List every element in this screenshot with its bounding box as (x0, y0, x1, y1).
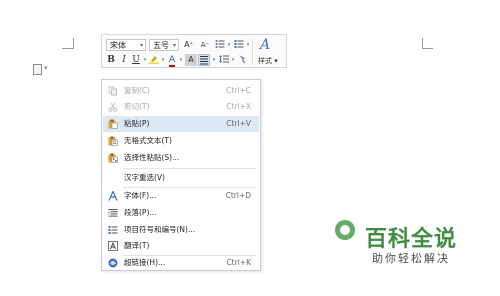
cut-icon (108, 102, 118, 112)
copy-icon (108, 86, 117, 96)
styles-icon: A (260, 37, 271, 53)
char-shading-button[interactable]: A (185, 54, 197, 66)
menu-item-copy[interactable]: 复制(C) Ctrl+C (103, 83, 259, 99)
menu-separator (123, 168, 256, 169)
menu-item-paste-plain-text[interactable]: 无格式文本(T) (103, 133, 259, 149)
menu-item-paste[interactable]: 粘贴(P) Ctrl+V (103, 116, 259, 132)
paste-options-icon[interactable]: ▾ (33, 64, 51, 75)
menu-item-label: 翻译(T) (124, 241, 150, 250)
menu-item-label: 项目符号和编号(N)... (124, 225, 196, 234)
highlight-button[interactable] (148, 54, 160, 66)
align-dropdown[interactable]: ▾ (211, 54, 217, 66)
menu-item-shortcut: Ctrl+V (226, 119, 251, 128)
menu-item-translate[interactable]: 翻译(T) (103, 238, 259, 254)
menu-item-font[interactable]: 字体(F)... Ctrl+D (103, 188, 259, 204)
menu-item-bullets-numbering[interactable]: 项目符号和编号(N)... (103, 222, 259, 238)
context-menu: 复制(C) Ctrl+C 剪切(T) Ctrl+X 粘贴(P) Ctrl+V 无… (101, 79, 261, 271)
numbering-button[interactable] (233, 39, 245, 51)
styles-button[interactable]: A 样式 ▾ (256, 37, 282, 67)
watermark-subtitle: 助你轻松解决 (372, 252, 450, 265)
grow-font-button[interactable]: A⁺ (183, 39, 195, 51)
margin-mark-top-right-horizontal (422, 48, 433, 49)
italic-button[interactable]: I (118, 54, 130, 66)
bullets-dropdown[interactable]: ▾ (226, 39, 232, 51)
chevron-down-icon: ▾ (172, 42, 176, 49)
font-size-select[interactable]: 五号 ▾ (149, 39, 179, 51)
numbering-icon (234, 40, 244, 48)
margin-mark-top-left-vertical (73, 38, 74, 49)
menu-item-label: 字体(F)... (124, 191, 157, 200)
menu-item-label: 汉字重选(V) (124, 173, 165, 182)
chevron-down-icon: ▾ (139, 42, 143, 49)
menu-item-shortcut: Ctrl+K (226, 258, 251, 267)
styles-label: 样式 ▾ (258, 57, 278, 65)
paste-icon (108, 119, 118, 129)
underline-button[interactable]: U (130, 54, 142, 66)
format-painter-icon (239, 55, 246, 64)
font-color-button[interactable]: A (166, 54, 178, 67)
menu-item-hyperlink[interactable]: 超链接(H)... Ctrl+K (103, 255, 259, 271)
toolbar-separator (252, 39, 253, 65)
menu-item-shortcut: Ctrl+D (225, 191, 251, 200)
menu-item-paragraph[interactable]: 段落(P)... (103, 205, 259, 221)
font-name-select[interactable]: 宋体 ▾ (106, 39, 146, 51)
menu-item-shortcut: Ctrl+X (226, 102, 251, 111)
menu-item-label: 剪切(T) (124, 102, 150, 111)
menu-item-paste-special[interactable]: 选择性粘贴(S)... (103, 150, 259, 166)
format-painter-button[interactable] (236, 54, 248, 66)
highlighter-icon (149, 56, 159, 64)
font-size-value: 五号 (153, 41, 169, 50)
numbering-dropdown[interactable]: ▾ (245, 39, 251, 51)
shrink-font-button[interactable]: A⁻ (199, 39, 211, 51)
bullets-numbering-icon (108, 226, 118, 234)
menu-item-shortcut: Ctrl+C (226, 86, 251, 95)
menu-item-reselect-chinese[interactable]: 汉字重选(V) (103, 170, 259, 186)
align-justify-icon (200, 56, 208, 65)
char-shading-glyph: A (188, 55, 194, 64)
menu-item-label: 段落(P)... (124, 208, 157, 217)
bullets-button[interactable] (214, 39, 226, 51)
hyperlink-icon (108, 258, 118, 268)
line-spacing-button[interactable] (218, 54, 230, 66)
bullets-icon (215, 40, 225, 48)
menu-item-cut[interactable]: 剪切(T) Ctrl+X (103, 99, 259, 115)
font-color-dropdown[interactable]: ▾ (178, 54, 184, 66)
menu-item-label: 超链接(H)... (124, 258, 166, 267)
menu-item-label: 选择性粘贴(S)... (124, 153, 180, 162)
watermark-title: 百科全说 (365, 227, 458, 252)
menu-item-label: 粘贴(P) (124, 119, 150, 128)
menu-item-label: 复制(C) (124, 86, 151, 95)
paste-special-icon (108, 153, 118, 163)
menu-item-label: 无格式文本(T) (124, 136, 172, 145)
font-icon (108, 191, 118, 201)
align-button[interactable] (198, 54, 210, 66)
paragraph-icon (108, 209, 118, 217)
watermark-logo-icon (335, 220, 355, 240)
bold-button[interactable]: B (105, 54, 117, 66)
paste-plain-icon (108, 136, 118, 146)
line-spacing-icon (219, 55, 229, 63)
font-name-value: 宋体 (110, 41, 126, 50)
margin-mark-top-left-horizontal (62, 48, 73, 49)
translate-icon (108, 241, 118, 251)
font-color-glyph: A (168, 55, 176, 67)
